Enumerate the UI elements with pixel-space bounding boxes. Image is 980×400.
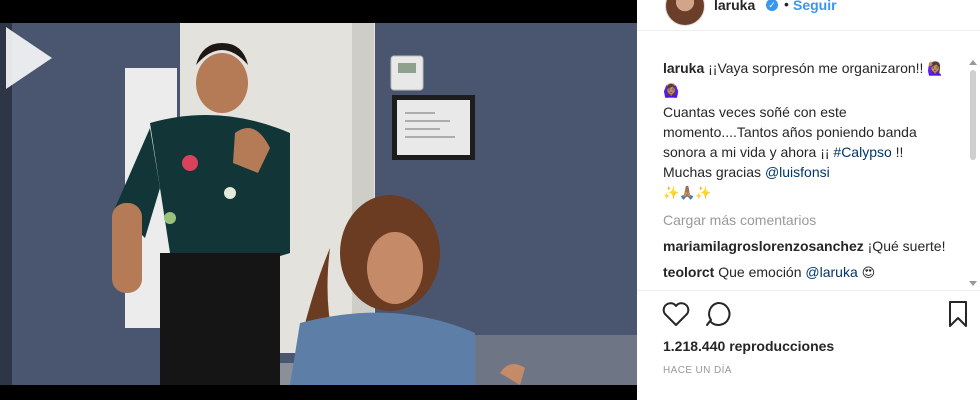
comment-text: Que emoción [718, 264, 806, 280]
separator-dot: • [784, 0, 789, 12]
comment-icon[interactable] [703, 299, 733, 329]
post-timestamp[interactable]: HACE UN DÍA [663, 365, 732, 376]
view-count-label: reproducciones [729, 338, 835, 354]
comment-item: teolorct Que emoción @laruka 😍 [663, 262, 959, 284]
comments-scrollbar[interactable] [969, 60, 977, 286]
play-icon[interactable] [0, 23, 56, 93]
caption-line1: ¡¡Vaya sorpresón me organizaron!! [708, 60, 924, 76]
caption-username[interactable]: laruka [663, 60, 704, 76]
scroll-thumb[interactable] [970, 70, 976, 160]
comment-emoji: 😍 [861, 266, 876, 281]
heart-icon[interactable] [661, 299, 691, 329]
scroll-down-arrow[interactable] [969, 281, 977, 286]
comment-mention[interactable]: @laruka [805, 264, 857, 280]
view-count[interactable]: 1.218.440 reproducciones [663, 338, 834, 354]
caption-end-emoji: ✨🙏🏽✨ [663, 186, 712, 201]
comment-username[interactable]: mariamilagroslorenzosanchez [663, 238, 864, 254]
hashtag-link[interactable]: #Calypso [833, 144, 891, 160]
comment-text: ¡Qué suerte! [867, 238, 946, 254]
caption-thanks: Muchas gracias [663, 164, 765, 180]
bookmark-icon[interactable] [943, 299, 973, 329]
verified-icon: ✓ [766, 0, 778, 11]
comment-item: mariamilagroslorenzosanchez ¡Qué suerte! [663, 236, 959, 256]
avatar[interactable] [665, 0, 705, 26]
caption: laruka ¡¡Vaya sorpresón me organizaron!!… [663, 58, 959, 204]
post-header: laruka ✓ • Seguir [637, 0, 980, 31]
action-bar [637, 290, 980, 337]
author-username[interactable]: laruka [714, 0, 755, 13]
post-sidebar: laruka ✓ • Seguir laruka ¡¡Vaya sorpresó… [637, 0, 980, 400]
scroll-up-arrow[interactable] [969, 60, 977, 65]
video-player[interactable] [0, 0, 637, 400]
load-more-comments[interactable]: Cargar más comentarios [663, 210, 959, 230]
view-count-number: 1.218.440 [663, 338, 726, 354]
comments-list[interactable]: laruka ¡¡Vaya sorpresón me organizaron!!… [663, 58, 959, 288]
video-still [0, 23, 637, 385]
mention-link[interactable]: @luisfonsi [765, 164, 830, 180]
comment-username[interactable]: teolorct [663, 264, 714, 280]
caption-after-hashtag: !! [891, 144, 904, 160]
video-frame[interactable] [0, 23, 637, 385]
follow-button[interactable]: Seguir [793, 0, 837, 13]
